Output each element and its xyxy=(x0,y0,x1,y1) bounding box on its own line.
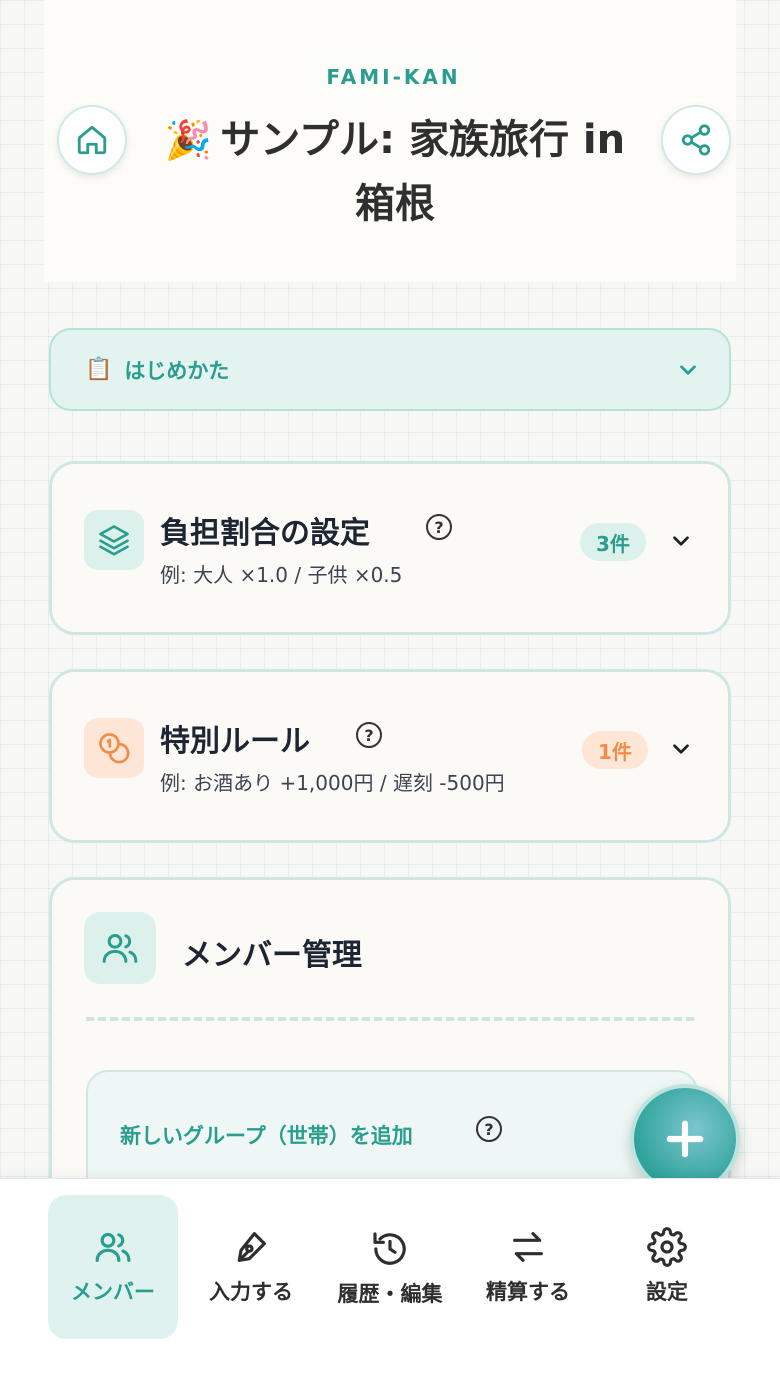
nav-label: 履歴・編集 xyxy=(337,1282,443,1306)
plus-icon xyxy=(666,1120,704,1158)
nav-item-settle[interactable]: 精算する xyxy=(463,1195,593,1339)
ratio-title: 負担割合の設定 xyxy=(160,516,370,551)
layers-icon xyxy=(84,510,144,570)
page-title-text: サンプル: 家族旅行 in 箱根 xyxy=(220,117,626,227)
page-title: 🎉 サンプル: 家族旅行 in 箱根 xyxy=(150,108,640,236)
nav-item-history[interactable]: 履歴・編集 xyxy=(325,1195,455,1339)
help-icon[interactable]: ? xyxy=(426,514,452,540)
nav-label: メンバー xyxy=(71,1280,155,1304)
coins-icon xyxy=(84,718,144,778)
members-title: メンバー管理 xyxy=(182,938,362,973)
bottom-navigation: メンバー 入力する 履歴・編集 精算する 設定 xyxy=(0,1178,780,1386)
count-badge: 1件 xyxy=(582,731,648,769)
count-badge: 3件 xyxy=(580,523,646,561)
nav-label: 精算する xyxy=(486,1280,570,1304)
clipboard-icon: 📋 xyxy=(85,357,113,382)
ratio-settings-card[interactable]: 負担割合の設定 ? 例: 大人 ×1.0 / 子供 ×0.5 3件 xyxy=(49,461,731,635)
special-rules-card[interactable]: 特別ルール ? 例: お酒あり +1,000円 / 遅刻 -500円 1件 xyxy=(49,669,731,843)
rules-title: 特別ルール xyxy=(160,724,310,759)
chevron-down-icon xyxy=(680,364,696,375)
nav-item-members[interactable]: メンバー xyxy=(48,1195,178,1339)
party-icon: 🎉 xyxy=(164,118,213,162)
rules-subtitle: 例: お酒あり +1,000円 / 遅刻 -500円 xyxy=(160,771,505,795)
nav-item-input[interactable]: 入力する xyxy=(186,1195,316,1339)
users-icon xyxy=(95,1232,131,1262)
history-icon xyxy=(373,1232,406,1265)
transfer-icon xyxy=(513,1232,543,1262)
chevron-down-icon[interactable] xyxy=(668,736,694,762)
share-icon xyxy=(681,124,711,156)
pen-icon xyxy=(237,1232,266,1262)
add-group-label: 新しいグループ（世帯）を追加 xyxy=(120,1124,413,1148)
howto-accordion[interactable]: 📋 はじめかた xyxy=(49,328,731,411)
home-button[interactable] xyxy=(57,105,127,175)
howto-label: はじめかた xyxy=(124,358,230,383)
divider xyxy=(86,1017,694,1021)
ratio-subtitle: 例: 大人 ×1.0 / 子供 ×0.5 xyxy=(160,563,403,587)
help-icon[interactable]: ? xyxy=(476,1116,502,1142)
nav-label: 設定 xyxy=(646,1280,688,1304)
help-icon[interactable]: ? xyxy=(356,722,382,748)
home-icon xyxy=(77,125,107,155)
nav-item-settings[interactable]: 設定 xyxy=(602,1195,732,1339)
brand-label: FAMI-KAN xyxy=(303,55,484,99)
nav-label: 入力する xyxy=(209,1280,293,1304)
share-button[interactable] xyxy=(661,105,731,175)
gear-icon xyxy=(647,1227,687,1267)
chevron-down-icon[interactable] xyxy=(668,528,694,554)
users-icon xyxy=(84,912,156,984)
